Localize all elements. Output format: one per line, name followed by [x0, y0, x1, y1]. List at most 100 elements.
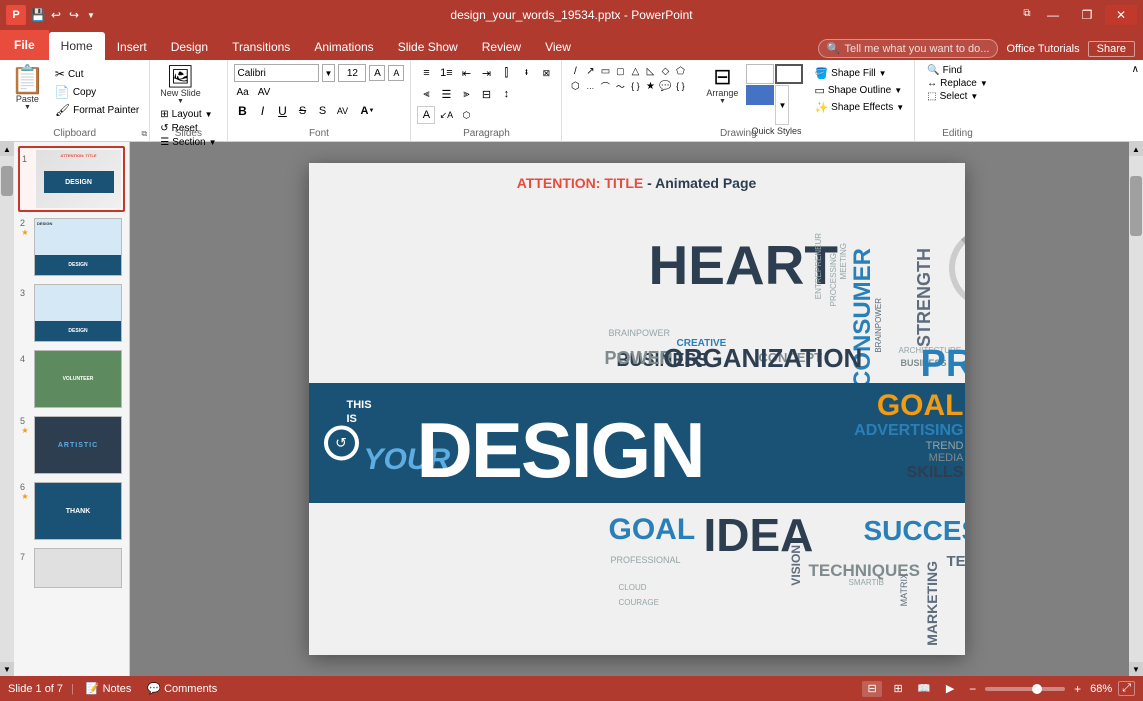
- tab-file[interactable]: File: [0, 30, 49, 60]
- shape-rect[interactable]: ▭: [598, 64, 612, 78]
- reading-view-btn[interactable]: 📖: [914, 681, 934, 697]
- clear-format-btn[interactable]: Aa: [234, 85, 252, 100]
- char-spacing-btn2[interactable]: AV: [334, 102, 352, 120]
- shape-line[interactable]: /: [568, 64, 582, 78]
- text-direction-btn2[interactable]: ↙A: [437, 106, 455, 124]
- shape-rounded-rect[interactable]: ▢: [613, 64, 627, 78]
- tell-me-input[interactable]: 🔍 Tell me what you want to do...: [818, 39, 999, 58]
- char-spacing-btn[interactable]: AV: [255, 85, 274, 100]
- find-btn[interactable]: 🔍Find: [921, 64, 994, 77]
- shape-freeform[interactable]: 〜: [613, 79, 627, 93]
- close-btn[interactable]: ✕: [1105, 5, 1137, 25]
- zoom-slider[interactable]: [985, 687, 1065, 691]
- shape-fill-btn[interactable]: 🪣Shape Fill▼: [810, 66, 908, 81]
- format-painter-btn[interactable]: 🖌Format Painter: [51, 102, 143, 118]
- comments-btn[interactable]: 💬 Comments: [143, 680, 221, 697]
- slide-sorter-btn[interactable]: ⊞: [888, 681, 908, 697]
- qat-redo[interactable]: ↪: [66, 7, 82, 23]
- share-btn[interactable]: Share: [1088, 41, 1135, 57]
- font-size-decrease[interactable]: A: [388, 65, 404, 81]
- tab-transitions[interactable]: Transitions: [220, 34, 302, 60]
- font-size-increase[interactable]: A: [369, 65, 385, 81]
- underline-btn[interactable]: U: [274, 102, 292, 120]
- v-scroll-thumb[interactable]: [1130, 176, 1142, 236]
- quick-style-1[interactable]: [746, 64, 774, 84]
- shape-more[interactable]: …: [583, 79, 597, 93]
- shape-effects-btn[interactable]: ✨Shape Effects▼: [810, 100, 908, 115]
- shape-hex[interactable]: ⬡: [568, 79, 582, 93]
- shape-rtriangle[interactable]: ◺: [643, 64, 657, 78]
- convert-smartart-btn[interactable]: ⬡: [457, 106, 475, 124]
- shape-triangle[interactable]: △: [628, 64, 642, 78]
- paste-btn[interactable]: 📋 Paste ▼: [6, 64, 49, 113]
- tab-slideshow[interactable]: Slide Show: [386, 34, 470, 60]
- font-size-input[interactable]: [338, 64, 366, 82]
- office-tutorials-link[interactable]: Office Tutorials: [1006, 43, 1079, 55]
- bold-btn[interactable]: B: [234, 102, 252, 120]
- normal-view-btn[interactable]: ⊟: [862, 681, 882, 697]
- shadow-btn[interactable]: S: [314, 102, 332, 120]
- tab-design[interactable]: Design: [159, 34, 220, 60]
- ribbon-collapse-btn[interactable]: ∧: [1128, 60, 1143, 141]
- clipboard-expand[interactable]: ⧉: [142, 129, 148, 139]
- maximize-btn[interactable]: ❐: [1071, 5, 1103, 25]
- slide-thumb-2[interactable]: 2 ★ DESIGN DESIGN: [18, 216, 125, 278]
- bullets-btn[interactable]: ≡: [417, 64, 435, 82]
- slide-thumb-1[interactable]: 1 ATTENTION: TITLE DESIGN: [18, 146, 125, 212]
- align-right-btn[interactable]: ⫸: [457, 85, 475, 103]
- zoom-out-btn[interactable]: −: [966, 682, 979, 696]
- scroll-up-btn[interactable]: ▲: [1129, 142, 1143, 156]
- slide-thumb-4[interactable]: 4 VOLUNTEER: [18, 348, 125, 410]
- notes-btn[interactable]: 📝 Notes: [82, 680, 135, 697]
- new-slide-btn[interactable]: 🖼 New Slide ▼: [156, 64, 205, 107]
- tab-view[interactable]: View: [533, 34, 583, 60]
- cut-btn[interactable]: ✂Cut: [51, 66, 143, 82]
- text-shadow-btn2[interactable]: A: [417, 106, 435, 124]
- tab-animations[interactable]: Animations: [302, 34, 385, 60]
- left-scroll-thumb[interactable]: [1, 166, 13, 196]
- quick-style-dropdown[interactable]: ▼: [775, 85, 789, 125]
- slide-canvas[interactable]: ATTENTION: TITLE - Animated Page HEART C…: [309, 163, 965, 655]
- smart-art-btn[interactable]: ⊠: [537, 64, 555, 82]
- strikethrough-btn[interactable]: S: [294, 102, 312, 120]
- shape-diamond[interactable]: ◇: [658, 64, 672, 78]
- qat-save[interactable]: 💾: [30, 7, 46, 23]
- increase-indent[interactable]: ⇥: [477, 64, 495, 82]
- tab-review[interactable]: Review: [470, 34, 533, 60]
- align-center-btn[interactable]: ☰: [437, 85, 455, 103]
- shape-arrow[interactable]: ↗: [583, 64, 597, 78]
- justify-btn[interactable]: ⊟: [477, 85, 495, 103]
- fit-slide-btn[interactable]: ⤢: [1118, 681, 1135, 696]
- italic-btn[interactable]: I: [254, 102, 272, 120]
- quick-style-3[interactable]: [746, 85, 774, 105]
- zoom-in-btn[interactable]: +: [1071, 682, 1084, 696]
- tab-insert[interactable]: Insert: [105, 34, 159, 60]
- slide-thumb-3[interactable]: 3 DESIGN: [18, 282, 125, 344]
- columns-btn[interactable]: ⫿: [497, 64, 515, 82]
- copy-btn[interactable]: 📄Copy: [51, 84, 143, 100]
- qat-more[interactable]: ▼: [84, 8, 98, 22]
- shape-pentagon[interactable]: ⬠: [673, 64, 687, 78]
- line-spacing-btn[interactable]: ↕: [497, 85, 515, 103]
- font-name-input[interactable]: [234, 64, 319, 82]
- scroll-up-btn[interactable]: ▲: [0, 142, 14, 156]
- replace-btn[interactable]: ↔Replace▼: [921, 77, 994, 90]
- shape-curve[interactable]: ⌒: [598, 79, 612, 93]
- tab-home[interactable]: Home: [49, 32, 105, 60]
- qat-undo[interactable]: ↩: [48, 7, 64, 23]
- shape-callout[interactable]: 💬: [658, 79, 672, 93]
- text-direction-btn[interactable]: ⭻: [517, 64, 535, 82]
- arrange-btn[interactable]: ⊟ Arrange ▼: [702, 64, 742, 123]
- slide-thumb-7[interactable]: 7: [18, 546, 125, 590]
- shape-brace[interactable]: { }: [628, 79, 642, 93]
- slide-thumb-6[interactable]: 6 ★ THANK: [18, 480, 125, 542]
- slide-thumb-5[interactable]: 5 ★ ARTISTIC: [18, 414, 125, 476]
- align-left-btn[interactable]: ⫷: [417, 85, 435, 103]
- decrease-indent[interactable]: ⇤: [457, 64, 475, 82]
- quick-style-2[interactable]: [775, 64, 803, 84]
- numbering-btn[interactable]: 1≡: [437, 64, 455, 82]
- scroll-down-btn[interactable]: ▼: [1129, 662, 1143, 676]
- scroll-down-btn[interactable]: ▼: [0, 662, 14, 676]
- shape-equation[interactable]: { }: [673, 79, 687, 93]
- shape-star[interactable]: ★: [643, 79, 657, 93]
